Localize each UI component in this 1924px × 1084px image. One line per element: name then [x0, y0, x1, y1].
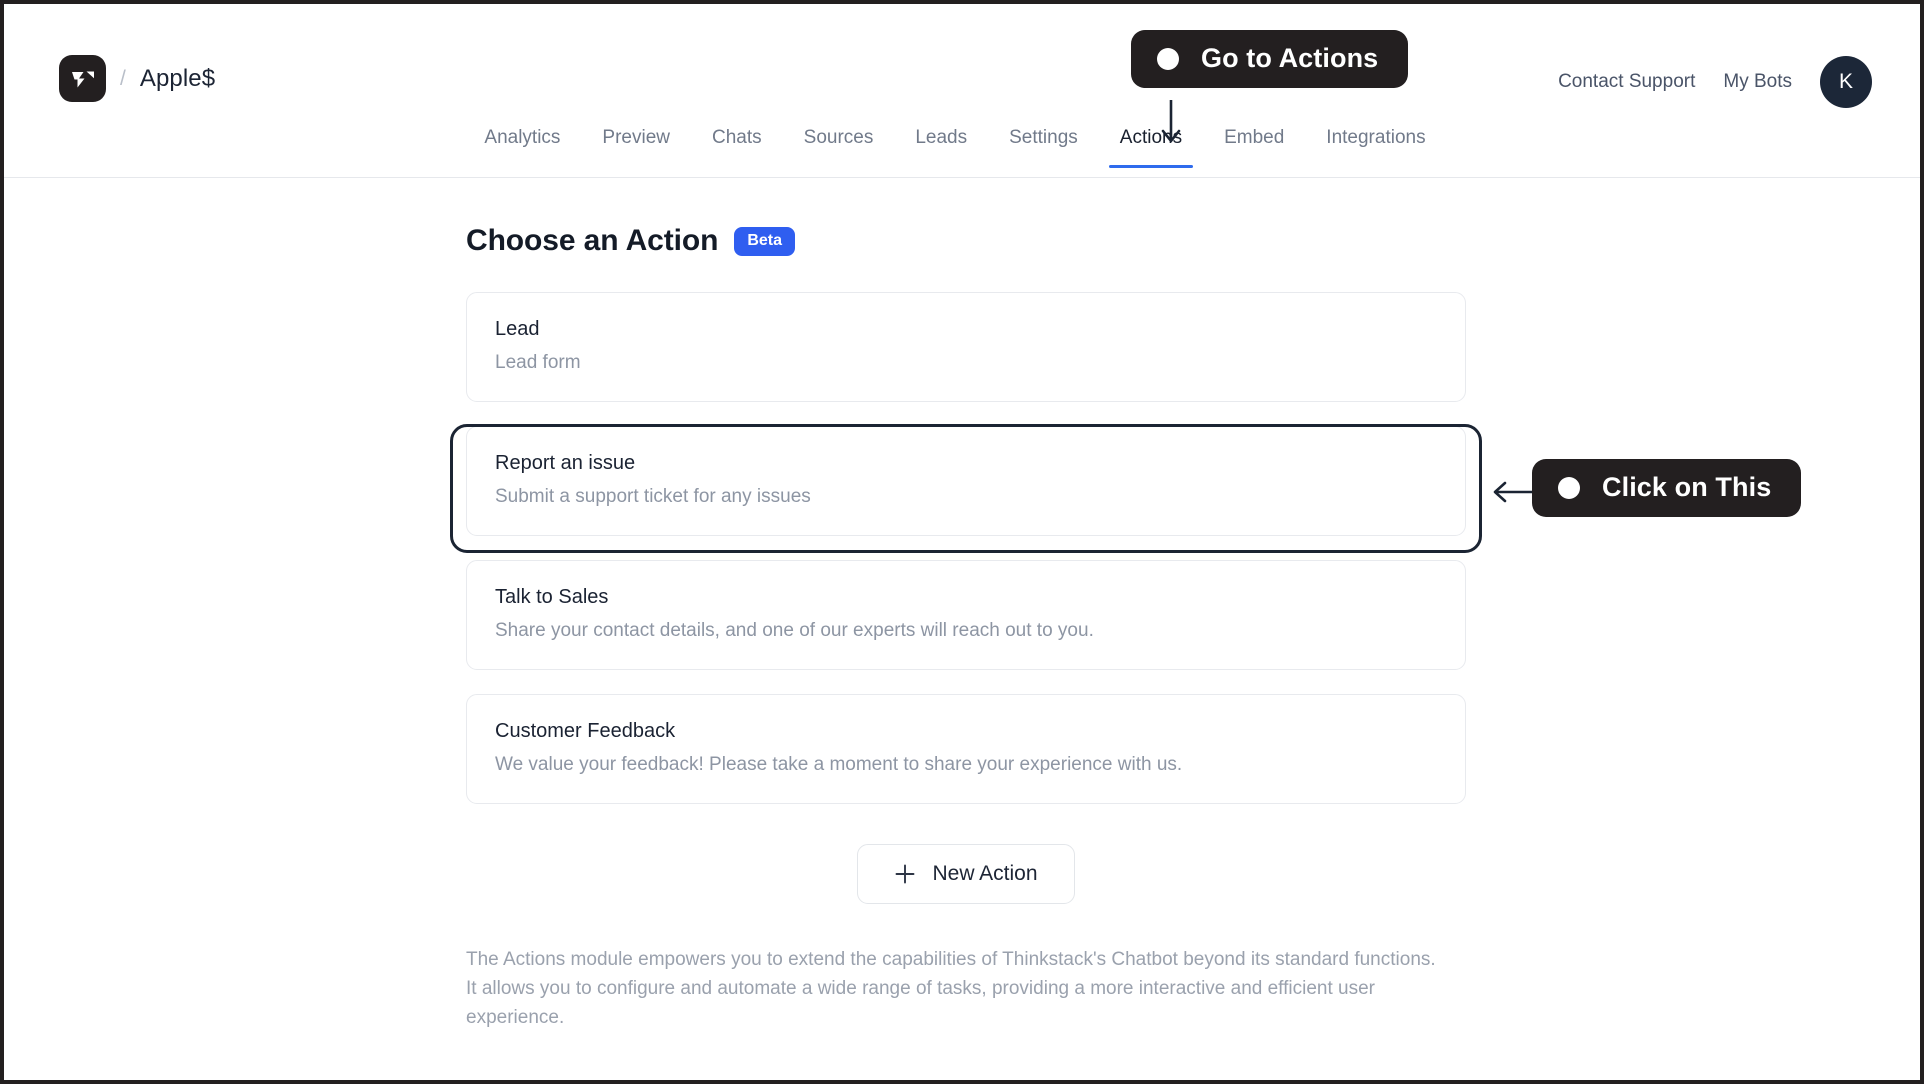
thinkstack-logo-icon[interactable] — [59, 55, 106, 102]
action-card-talk-to-sales[interactable]: Talk to Sales Share your contact details… — [466, 560, 1466, 670]
action-card-customer-feedback[interactable]: Customer Feedback We value your feedback… — [466, 694, 1466, 804]
module-description: The Actions module empowers you to exten… — [466, 949, 1436, 1028]
action-card-lead[interactable]: Lead Lead form — [466, 292, 1466, 402]
avatar[interactable]: K — [1820, 56, 1872, 108]
card-title: Lead — [495, 318, 540, 340]
page-title-row: Choose an Action Beta — [466, 224, 1466, 258]
callout-label: Go to Actions — [1201, 43, 1379, 73]
contact-support-link[interactable]: Contact Support — [1558, 71, 1695, 93]
card-description: Submit a support ticket for any issues — [495, 486, 811, 507]
tab-sources[interactable]: Sources — [783, 122, 895, 166]
callout-go-to-actions: Go to Actions — [1131, 30, 1409, 88]
new-action-button[interactable]: New Action — [857, 844, 1075, 904]
tab-bar: Analytics Preview Chats Sources Leads Se… — [4, 122, 1920, 178]
breadcrumb: / Apple$ — [59, 55, 215, 102]
callout-dot-icon — [1157, 47, 1179, 70]
page-title: Choose an Action — [466, 224, 719, 257]
app-header: / Apple$ Contact Support My Bots K — [4, 4, 1920, 122]
tab-embed[interactable]: Embed — [1203, 122, 1305, 166]
new-action-label: New Action — [932, 862, 1038, 885]
card-description: We value your feedback! Please take a mo… — [495, 754, 1183, 775]
bot-name: Apple$ — [139, 64, 216, 92]
tab-analytics[interactable]: Analytics — [463, 122, 581, 166]
plus-icon — [894, 863, 916, 885]
actions-panel: Choose an Action Beta Lead Lead form Rep… — [466, 180, 1466, 1033]
card-description: Share your contact details, and one of o… — [495, 620, 1094, 641]
card-title: Customer Feedback — [495, 720, 676, 742]
screenshot-frame: / Apple$ Contact Support My Bots K Analy… — [0, 0, 1924, 1084]
new-action-row: New Action — [466, 844, 1466, 904]
tab-leads[interactable]: Leads — [894, 122, 988, 166]
card-description: Lead form — [495, 352, 581, 373]
action-card-report-an-issue[interactable]: Report an issue Submit a support ticket … — [466, 426, 1466, 536]
main-content: Choose an Action Beta Lead Lead form Rep… — [4, 180, 1920, 1080]
header-actions: Contact Support My Bots K — [1558, 56, 1872, 108]
tab-preview[interactable]: Preview — [581, 122, 691, 166]
callout-click-on-this: Click on This — [1532, 459, 1802, 517]
status-badge: Beta — [734, 226, 795, 256]
card-title: Talk to Sales — [495, 586, 609, 608]
tab-list: Analytics Preview Chats Sources Leads Se… — [463, 122, 1446, 168]
callout-label: Click on This — [1602, 472, 1772, 502]
tab-integrations[interactable]: Integrations — [1305, 122, 1446, 166]
tab-settings[interactable]: Settings — [988, 122, 1099, 166]
my-bots-link[interactable]: My Bots — [1723, 71, 1792, 93]
app-page: / Apple$ Contact Support My Bots K Analy… — [4, 4, 1920, 1080]
action-card-list: Lead Lead form Report an issue Submit a … — [466, 292, 1466, 804]
tab-actions[interactable]: Actions — [1099, 122, 1203, 168]
card-title: Report an issue — [495, 452, 636, 474]
tab-chats[interactable]: Chats — [691, 122, 783, 166]
callout-dot-icon — [1558, 476, 1580, 499]
breadcrumb-separator: / — [120, 66, 126, 90]
